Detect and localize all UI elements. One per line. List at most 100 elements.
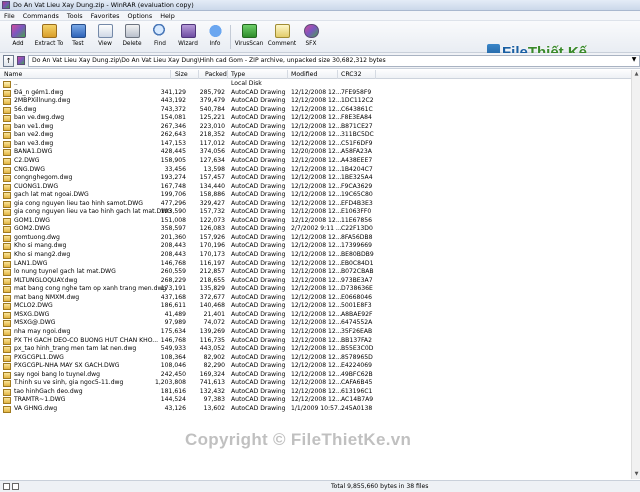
add-button[interactable]: Add [6, 24, 30, 51]
file-crc32: C643861C [341, 105, 373, 113]
file-modified: 12/12/2008 12... [291, 242, 342, 250]
vertical-scrollbar[interactable]: ▲ ▼ [631, 70, 640, 479]
table-row[interactable]: PXGCGPL1.DWG 108,364 82,902 AutoCAD Drawing… [0, 354, 631, 363]
column-crc32[interactable]: CRC32 [341, 71, 362, 78]
table-row[interactable]: gach lat mat ngoai.DWG 199,706 158,886 Auto… [0, 191, 631, 200]
address-field[interactable]: Do An Vat Lieu Xay Dung.zip\Do An Vat Li… [28, 54, 640, 67]
table-row[interactable]: gomtuong.dwg 201,360 157,926 AutoCAD Drawin… [0, 234, 631, 243]
table-row[interactable]: tao hinhGach deo.dwg 181,616 132,432 AutoCA… [0, 388, 631, 397]
wizard-button[interactable]: Wizard [175, 24, 201, 51]
menu-tools[interactable]: Tools [63, 12, 87, 20]
table-row[interactable]: px_tao hinh_trang men tam lat nen.dwg 549… [0, 345, 631, 354]
delete-button[interactable]: Delete [120, 24, 144, 51]
file-modified: 12/12/2008 12... [291, 336, 342, 344]
table-row[interactable]: T.hinh su ve sinh, gia ngoc5-11.dwg 1,203… [0, 379, 631, 388]
table-row[interactable]: TRAMTR~1.DWG 144,524 97,383 AutoCAD Drawing… [0, 396, 631, 405]
menu-options[interactable]: Options [124, 12, 157, 20]
file-packed: 218,352 [199, 131, 225, 139]
file-crc32: E4224069 [341, 362, 372, 370]
dwg-file-icon [3, 149, 11, 157]
file-name: gia cong nguyen lieu va tao hinh gach la… [14, 208, 172, 216]
table-row[interactable]: mat bang cong nghe tam op xanh trang men… [0, 285, 631, 294]
dwg-file-icon [3, 123, 11, 131]
file-type: AutoCAD Drawing [231, 259, 286, 267]
table-row[interactable]: BANA1.DWG 428,445 374,056 AutoCAD Drawing 12… [0, 148, 631, 157]
column-divider[interactable] [198, 70, 199, 79]
dwg-file-icon [3, 405, 11, 413]
menu-help[interactable]: Help [156, 12, 179, 20]
file-crc32: E1063FF0 [341, 208, 372, 216]
column-type[interactable]: Type [231, 71, 245, 78]
file-modified: 12/12/2008 12... [291, 259, 342, 267]
table-row[interactable]: VA GHNG.dwg 43,126 13,602 AutoCAD Drawing 1/… [0, 405, 631, 414]
up-one-level-button[interactable]: ↑ [3, 54, 15, 67]
info-button[interactable]: Info [203, 24, 227, 51]
file-name: nha may ngoi.dwg [14, 327, 71, 335]
key-icon[interactable] [12, 483, 19, 490]
comment-button[interactable]: Comment [267, 24, 297, 51]
table-row[interactable]: Đá_n gém1.dwg 341,129 285,792 AutoCAD Drawi… [0, 89, 631, 98]
table-row[interactable]: PXGCGPL-NHA MAY SX GACH.DWG 108,046 82,290… [0, 362, 631, 371]
file-name: gomtuong.dwg [14, 233, 60, 241]
table-row[interactable]: MCLO2.DWG 186,611 140,468 AutoCAD Drawing 12… [0, 302, 631, 311]
file-modified: 12/12/2008 12... [291, 208, 342, 216]
comment-label: Comment [267, 41, 297, 47]
table-row[interactable]: MSXG@.DWG 97,989 74,072 AutoCAD Drawing 12/1… [0, 319, 631, 328]
file-size: 358,597 [160, 225, 186, 233]
column-divider[interactable] [170, 70, 171, 79]
table-row[interactable]: MSXG.DWG 41,489 21,401 AutoCAD Drawing 12/12… [0, 311, 631, 320]
table-row[interactable]: MLTUNGLOQUAY.dwg 268,229 218,655 AutoCAD Dr… [0, 277, 631, 286]
column-divider[interactable] [287, 70, 288, 79]
table-row[interactable]: ban ve1.dwg 267,346 223,010 AutoCAD Drawing… [0, 123, 631, 132]
menu-file[interactable]: File [0, 12, 19, 20]
menu-commands[interactable]: Commands [19, 12, 63, 20]
sfx-button[interactable]: SFX [300, 24, 322, 51]
test-button[interactable]: Test [66, 24, 90, 51]
table-row[interactable]: C2.DWG 158,905 127,634 AutoCAD Drawing 12/12… [0, 157, 631, 166]
file-size: 173,191 [160, 285, 186, 293]
file-name: PXGCGPL-NHA MAY SX GACH.DWG [14, 362, 120, 370]
column-divider[interactable] [375, 70, 376, 79]
file-name: ban ve2.dwg [14, 131, 54, 139]
table-row[interactable]: LAN1.DWG 146,768 116,197 AutoCAD Drawing 12/… [0, 260, 631, 269]
view-button[interactable]: View [93, 24, 117, 51]
column-packed[interactable]: Packed [205, 71, 227, 78]
table-row[interactable]: ban ve3.dwg 147,153 117,012 AutoCAD Drawing… [0, 140, 631, 149]
address-dropdown-icon[interactable]: ▼ [629, 56, 639, 66]
drive-icon[interactable] [3, 483, 10, 490]
table-row[interactable]: 56.dwg 743,372 540,784 AutoCAD Drawing 12/12… [0, 106, 631, 115]
scroll-down-icon[interactable]: ▼ [632, 470, 640, 479]
table-row[interactable]: Kho si mang.dwg 208,443 170,196 AutoCAD Dra… [0, 242, 631, 251]
table-row[interactable]: congnghegom.dwg 193,274 157,457 AutoCAD Dra… [0, 174, 631, 183]
table-row[interactable]: 2MBPXillnung.dwg 443,192 379,479 AutoCAD Dr… [0, 97, 631, 106]
extract-to-button[interactable]: Extract To [34, 24, 64, 51]
menu-favorites[interactable]: Favorites [87, 12, 124, 20]
column-divider[interactable] [227, 70, 228, 79]
column-divider[interactable] [337, 70, 338, 79]
column-modified[interactable]: Modified [291, 71, 317, 78]
scroll-up-icon[interactable]: ▲ [632, 70, 640, 79]
file-modified: 12/12/2008 12... [291, 276, 342, 284]
file-type: AutoCAD Drawing [231, 97, 286, 105]
file-type: AutoCAD Drawing [231, 293, 286, 301]
table-row[interactable]: lo nung tuynel gach lat mat.DWG 260,559 21… [0, 268, 631, 277]
table-row[interactable]: CUONG1.DWG 167,748 134,440 AutoCAD Drawing 1… [0, 183, 631, 192]
column-size[interactable]: Size [175, 71, 188, 78]
table-row[interactable]: ban ve2.dwg 262,643 218,352 AutoCAD Drawing… [0, 131, 631, 140]
column-name[interactable]: Name [4, 71, 22, 78]
table-row[interactable]: gia cong nguyen lieu tao hinh samot.DWG 4… [0, 200, 631, 209]
table-row[interactable]: PX TH GACH DEO-CO BUONG HUT CHAN KHO... 1… [0, 337, 631, 346]
table-row[interactable]: mat bang NMXM.dwg 437,168 372,677 AutoCAD D… [0, 294, 631, 303]
table-row[interactable]: GOM1.DWG 151,008 122,073 AutoCAD Drawing 12/… [0, 217, 631, 226]
table-row[interactable]: nha may ngoi.dwg 175,634 139,269 AutoCAD Dr… [0, 328, 631, 337]
table-row[interactable]: Kho si mang2.dwg 208,443 170,173 AutoCAD Dr… [0, 251, 631, 260]
virusscan-button[interactable]: VirusScan [234, 24, 264, 51]
file-size: 743,372 [160, 105, 186, 113]
find-button[interactable]: Find [148, 24, 172, 51]
table-row[interactable]: GOM2.DWG 358,597 126,083 AutoCAD Drawing 2/7… [0, 225, 631, 234]
table-row[interactable]: .. Local Disk [0, 80, 631, 89]
table-row[interactable]: gia cong nguyen lieu va tao hinh gach la… [0, 208, 631, 217]
table-row[interactable]: CNG.DWG 33,456 13,598 AutoCAD Drawing 12/12/… [0, 166, 631, 175]
table-row[interactable]: say ngoi bang lo tuynel.dwg 242,450 169,32… [0, 371, 631, 380]
table-row[interactable]: ban ve.dwg.dwg 154,081 125,221 AutoCAD Draw… [0, 114, 631, 123]
